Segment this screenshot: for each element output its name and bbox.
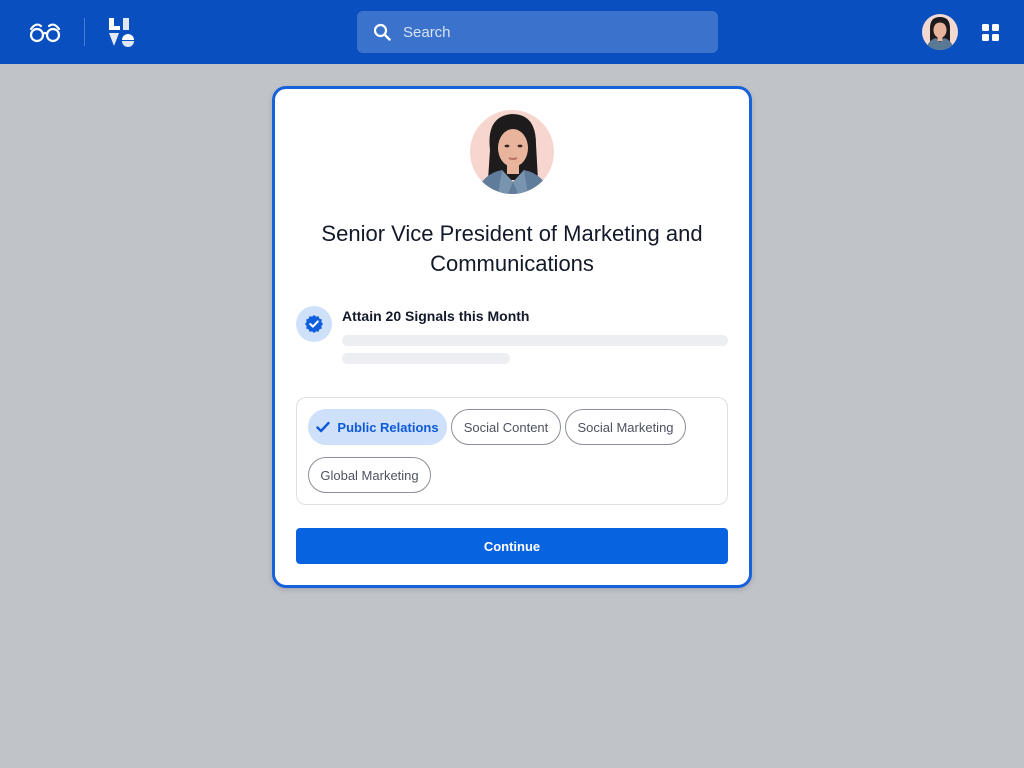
profile-photo	[470, 110, 554, 194]
tag-chip-label: Public Relations	[337, 419, 439, 435]
tag-selector: Public Relations Social Content Social M…	[296, 397, 728, 505]
continue-button[interactable]: Continue	[296, 528, 728, 564]
tag-chip-label: Social Content	[463, 419, 549, 435]
check-icon	[316, 421, 331, 433]
goal-title: Attain 20 Signals this Month	[342, 308, 530, 324]
tag-chip-social-marketing[interactable]: Social Marketing	[565, 409, 686, 445]
search-input[interactable]	[403, 11, 703, 53]
goal-badge	[296, 306, 332, 342]
verified-badge-icon	[305, 315, 323, 333]
tag-chip-label: Social Marketing	[577, 419, 674, 435]
tag-chip-social-content[interactable]: Social Content	[451, 409, 561, 445]
role-title: Senior Vice President of Marketing and C…	[321, 221, 703, 276]
role-card: Senior Vice President of Marketing and C…	[272, 86, 752, 588]
goal-description-placeholder	[342, 335, 728, 346]
search-icon	[373, 23, 391, 41]
search-bar[interactable]	[357, 11, 718, 53]
top-navigation-bar	[0, 0, 1024, 64]
header-divider	[84, 18, 85, 46]
tag-chip-global-marketing[interactable]: Global Marketing	[308, 457, 431, 493]
brand-logo-icon[interactable]	[108, 16, 136, 48]
tag-chip-label: Global Marketing	[320, 467, 419, 483]
goal-description-placeholder	[342, 353, 510, 364]
user-avatar[interactable]	[922, 14, 958, 50]
apps-grid-icon[interactable]	[982, 24, 999, 41]
glasses-logo-icon[interactable]	[28, 20, 62, 44]
tag-chip-public-relations[interactable]: Public Relations	[308, 409, 447, 445]
